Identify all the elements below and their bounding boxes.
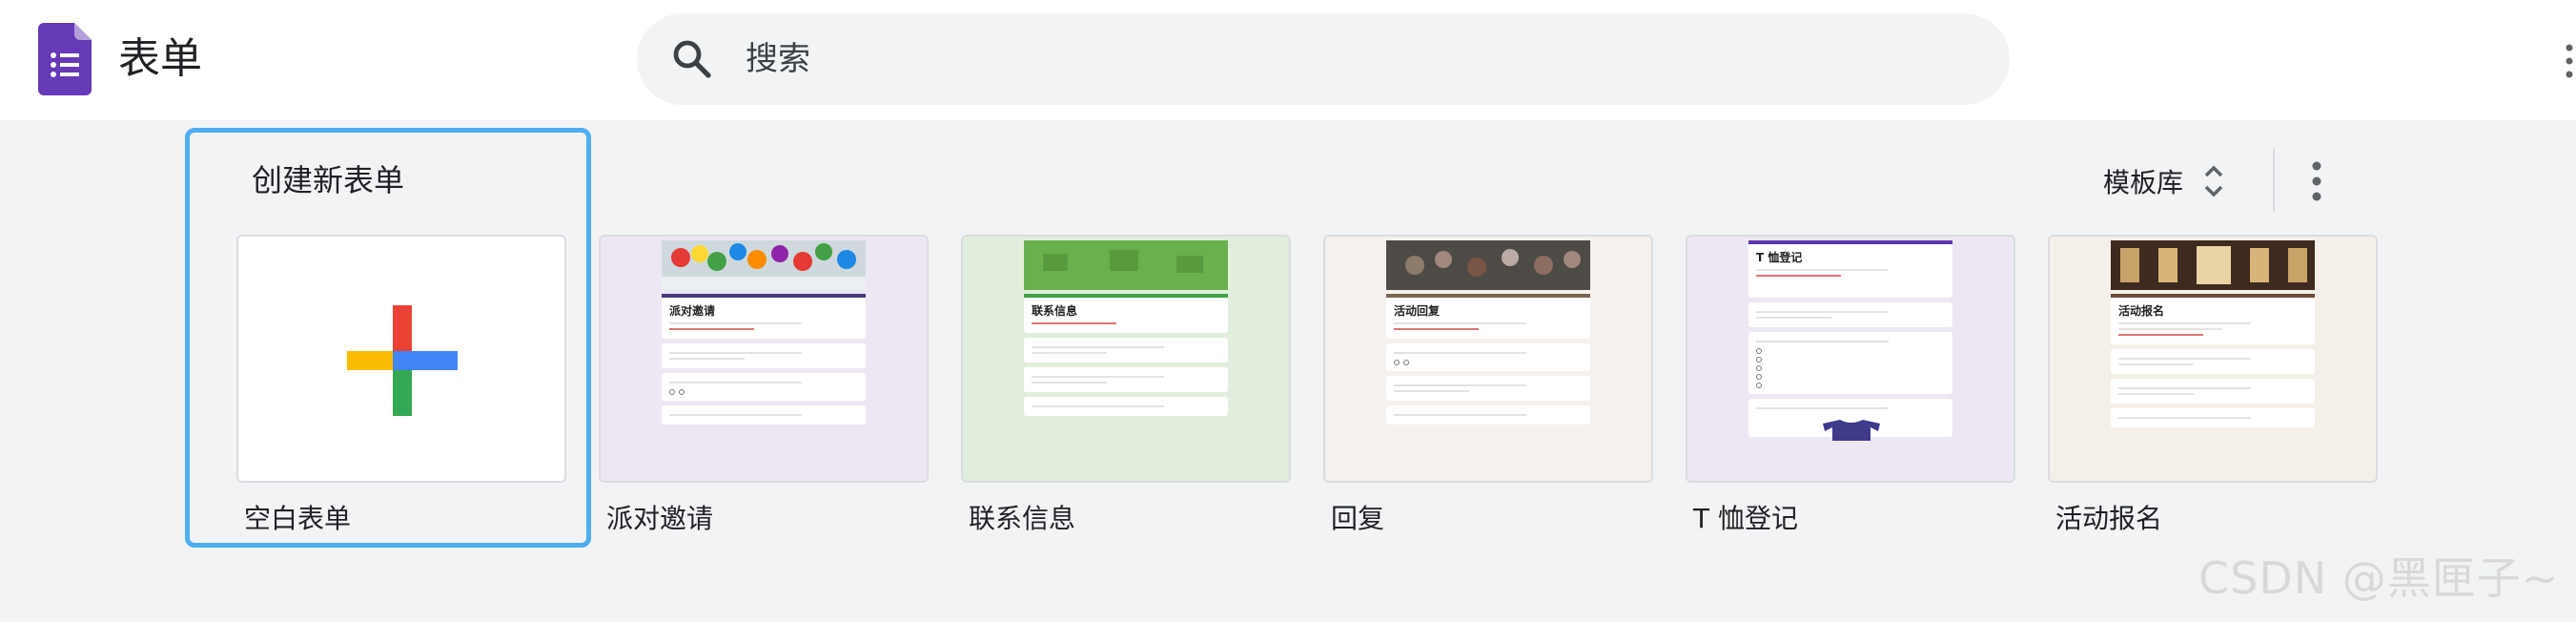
template-gallery: 创建新表单 模板库 空白表单 派对邀请 派对邀请 联系信息 联系信息 活动回复 …	[0, 120, 2576, 622]
template-label-event-registration[interactable]: 活动报名	[2055, 500, 2162, 538]
template-label-tshirt-signup[interactable]: T 恤登记	[1693, 500, 1798, 538]
template-gallery-label: 模板库	[2103, 167, 2184, 198]
template-gallery-button[interactable]: 模板库	[2103, 155, 2227, 208]
tshirt-icon	[1823, 420, 1880, 441]
app-header: 表单	[0, 0, 2576, 120]
preview-title: 活动报名	[2118, 304, 2165, 318]
plus-icon	[347, 305, 458, 416]
search-input[interactable]	[744, 13, 1964, 105]
more-vert-icon[interactable]	[2307, 158, 2326, 204]
form-preview: 联系信息	[1024, 240, 1228, 481]
more-vert-icon[interactable]	[2563, 42, 2576, 80]
crowd-banner-image	[1386, 240, 1590, 290]
preview-title: 联系信息	[1032, 304, 1078, 318]
preview-title: 活动回复	[1394, 304, 1441, 318]
preview-title: T 恤登记	[1756, 251, 1803, 264]
venue-banner-image	[2111, 240, 2315, 290]
template-label-contact-info[interactable]: 联系信息	[969, 500, 1075, 538]
csdn-watermark: CSDN @黑匣子~	[2198, 552, 2560, 604]
unfold-more-icon	[2204, 165, 2223, 197]
template-tile-blank[interactable]	[236, 235, 566, 483]
search-icon[interactable]	[669, 36, 715, 82]
template-tile-contact-info[interactable]: 联系信息	[961, 235, 1291, 483]
form-preview: T 恤登记	[1748, 240, 1952, 481]
form-preview: 活动回复	[1386, 240, 1590, 481]
green-banner-image	[1024, 240, 1228, 290]
template-tile-party-invite[interactable]: 派对邀请	[599, 235, 929, 483]
template-label-party-invite[interactable]: 派对邀请	[606, 500, 713, 538]
form-preview: 活动报名	[2111, 240, 2315, 481]
forms-logo-icon[interactable]	[38, 23, 92, 95]
preview-title: 派对邀请	[669, 304, 716, 318]
app-title: 表单	[118, 34, 202, 83]
template-label-blank[interactable]: 空白表单	[244, 500, 351, 538]
balloons-banner-image	[662, 240, 866, 290]
divider	[2273, 149, 2275, 212]
form-preview: 派对邀请	[662, 240, 866, 481]
search-bar[interactable]	[637, 13, 2010, 105]
template-tile-rsvp[interactable]: 活动回复	[1323, 235, 1653, 483]
template-tile-tshirt-signup[interactable]: T 恤登记	[1686, 235, 2015, 483]
template-tile-event-registration[interactable]: 活动报名	[2048, 235, 2378, 483]
create-new-form-heading: 创建新表单	[252, 162, 405, 198]
template-label-rsvp[interactable]: 回复	[1331, 500, 1384, 538]
